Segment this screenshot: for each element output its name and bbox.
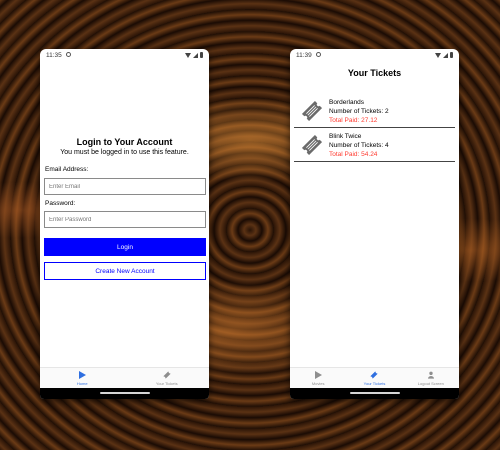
- ticket-details: Blink Twice Number of Tickets: 4 Total P…: [329, 132, 389, 159]
- tab-movies[interactable]: Movies: [290, 368, 346, 388]
- page-title: Your Tickets: [347, 68, 402, 78]
- home-gesture-handle[interactable]: [99, 392, 150, 394]
- status-bar: 11:35: [40, 49, 209, 62]
- bottom-tab-bar: Movies Your Tickets Logout Screen: [290, 367, 459, 388]
- tab-home[interactable]: Home: [40, 368, 125, 388]
- tickets-screen: 11:39 Your Tickets Borderlands Number of…: [290, 49, 459, 399]
- tab-your-tickets[interactable]: Your Tickets: [125, 368, 210, 388]
- battery-icon: [200, 52, 203, 58]
- password-label: Password:: [45, 200, 76, 207]
- status-bar: 11:39: [290, 49, 459, 62]
- notification-icon: [316, 52, 321, 57]
- status-time: 11:35: [46, 52, 62, 59]
- user-icon: [427, 371, 434, 379]
- cellular-icon: [443, 52, 448, 58]
- ticket-details: Borderlands Number of Tickets: 2 Total P…: [329, 98, 389, 125]
- bottom-tab-bar: Home Your Tickets: [40, 367, 209, 388]
- login-button[interactable]: Login: [44, 238, 206, 256]
- ticket-icon: [302, 135, 322, 155]
- system-nav-bar: [40, 388, 209, 399]
- ticket-icon: [370, 371, 379, 379]
- home-gesture-handle[interactable]: [349, 392, 400, 394]
- login-screen: 11:35 Login to Your Account You must be …: [40, 49, 209, 399]
- movie-name: Blink Twice: [329, 133, 362, 140]
- ticket-total: Total Paid: 27.12: [329, 117, 378, 124]
- battery-icon: [450, 52, 453, 58]
- email-label: Email Address:: [45, 166, 89, 173]
- status-time: 11:39: [296, 52, 312, 59]
- page-subtitle: You must be logged in to use this featur…: [60, 149, 189, 156]
- status-icons: [185, 52, 203, 58]
- tab-label: Home: [76, 381, 88, 386]
- cellular-icon: [193, 52, 198, 58]
- ticket-row[interactable]: Borderlands Number of Tickets: 2 Total P…: [294, 94, 455, 128]
- wifi-icon: [435, 52, 441, 58]
- movie-name: Borderlands: [329, 99, 365, 106]
- tab-label: Your Tickets: [363, 381, 386, 386]
- ticket-icon: [302, 101, 322, 121]
- wifi-icon: [185, 52, 191, 58]
- tab-your-tickets[interactable]: Your Tickets: [346, 368, 402, 388]
- ticket-total: Total Paid: 54.24: [329, 151, 378, 158]
- tab-label: Movies: [311, 381, 325, 386]
- tab-label: Your Tickets: [155, 381, 178, 386]
- play-icon: [78, 371, 86, 379]
- password-input[interactable]: [44, 211, 206, 228]
- create-account-button[interactable]: Create New Account: [44, 262, 206, 280]
- tab-label: Logout Screen: [417, 381, 444, 386]
- status-icons: [435, 52, 453, 58]
- play-icon: [314, 371, 322, 379]
- ticket-row[interactable]: Blink Twice Number of Tickets: 4 Total P…: [294, 128, 455, 162]
- ticket-count: Number of Tickets: 4: [329, 142, 389, 149]
- system-nav-bar: [290, 388, 459, 399]
- notification-icon: [66, 52, 71, 57]
- ticket-count: Number of Tickets: 2: [329, 108, 389, 115]
- page-title: Login to Your Account: [76, 137, 173, 147]
- tab-logout[interactable]: Logout Screen: [403, 368, 459, 388]
- ticket-icon: [163, 371, 171, 379]
- email-input[interactable]: [44, 178, 206, 195]
